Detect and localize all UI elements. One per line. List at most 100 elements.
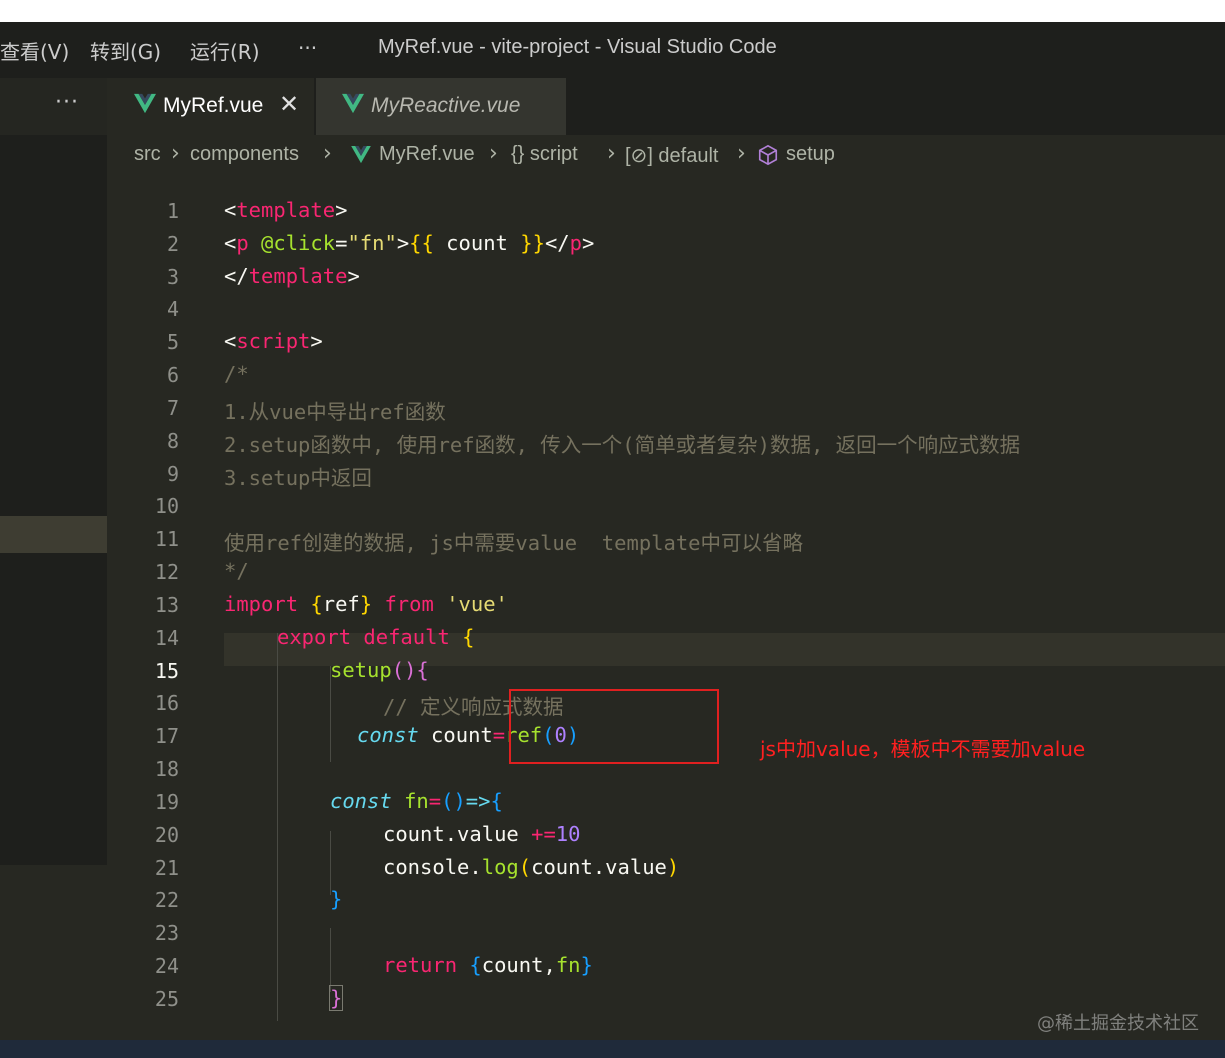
chevron-right-icon: › [489, 141, 498, 166]
title-bar: 查看(V) 转到(G) 运行(R) ··· MyRef.vue - vite-p… [0, 22, 1225, 78]
token: import [224, 592, 299, 616]
code-line: </template> [224, 264, 360, 288]
code-editor[interactable]: 1 2 3 4 5 6 7 8 9 10 11 12 13 14 15 16 1… [107, 177, 1225, 1044]
line-number: 6 [166, 363, 179, 387]
token: fn [404, 789, 429, 813]
token: ) [404, 658, 417, 682]
window-title: MyRef.vue - vite-project - Visual Studio… [378, 36, 777, 58]
token: => [465, 789, 491, 813]
line-number: 14 [154, 626, 179, 650]
menu-more[interactable]: ··· [298, 36, 317, 60]
token: ( [441, 789, 454, 813]
sidebar-header: ··· [0, 78, 107, 135]
token: < [224, 198, 237, 222]
code-comment: 使用ref创建的数据, js中需要value template中可以省略 [224, 531, 804, 555]
line-number: 19 [154, 790, 179, 814]
token: ) [453, 789, 466, 813]
menu-go[interactable]: 转到(G) [90, 36, 161, 65]
code-line: export default { [277, 625, 475, 649]
chevron-right-icon: › [171, 141, 180, 166]
token: p [569, 231, 582, 255]
token: "fn" [347, 231, 397, 255]
code-comment: 3.setup中返回 [224, 466, 372, 490]
tab-label: MyReactive.vue [371, 94, 521, 117]
line-number: 24 [154, 954, 179, 978]
tab-myreactive[interactable]: MyReactive.vue [316, 78, 566, 135]
breadcrumb-script[interactable]: {} script [511, 143, 578, 166]
breadcrumb-src[interactable]: src [134, 143, 161, 166]
code-line: const fn=()=>{ [330, 789, 503, 813]
line-number: 8 [166, 429, 179, 453]
line-number: 16 [154, 691, 179, 715]
token: > [581, 231, 595, 255]
menu-view[interactable]: 查看(V) [0, 36, 69, 65]
token: count [481, 953, 544, 977]
line-number: 21 [154, 856, 179, 880]
token: 'vue' [446, 592, 508, 616]
code-line: console.log(count.value) [383, 855, 679, 879]
code-line: <template> [224, 198, 347, 222]
code-comment: 1.从vue中导出ref函数 [224, 400, 446, 424]
line-number: 17 [154, 724, 179, 748]
token: { [416, 658, 429, 682]
more-actions-icon[interactable]: ··· [55, 90, 79, 115]
explorer-sidebar [0, 135, 107, 865]
token: > [347, 264, 360, 288]
tab-bar: ··· MyRef.vue ✕ MyReactive.vue [0, 78, 1225, 135]
close-icon[interactable]: ✕ [279, 90, 299, 118]
cube-method-icon [758, 144, 778, 166]
annotation-highlight-box [509, 689, 719, 764]
token: += [531, 822, 556, 846]
sidebar-selected-item[interactable] [0, 516, 107, 553]
code-line: } [330, 887, 343, 911]
breadcrumb-file[interactable]: MyRef.vue [379, 143, 475, 166]
token: </ [544, 231, 570, 255]
breadcrumb-setup[interactable]: setup [786, 143, 835, 166]
token: ( [391, 658, 405, 682]
menu-run[interactable]: 运行(R) [190, 36, 260, 65]
breadcrumb-components[interactable]: components [190, 143, 299, 166]
token: @click [261, 231, 336, 255]
token: , [543, 953, 556, 977]
vue-file-icon [351, 146, 371, 164]
token: { [490, 789, 503, 813]
token: ) [666, 855, 680, 879]
token: ( [518, 855, 532, 879]
token: const [357, 723, 419, 747]
token: count [433, 231, 521, 255]
vue-file-icon [134, 93, 156, 114]
token: count.value [531, 855, 667, 879]
token: 10 [555, 822, 581, 846]
token: > [396, 231, 410, 255]
indent-guide [330, 831, 331, 895]
token: p [236, 231, 249, 255]
token: log [481, 855, 519, 879]
line-number: 13 [154, 593, 179, 617]
indent-guide [330, 928, 331, 992]
code-line: import {ref} from 'vue' [224, 592, 508, 616]
token: < [224, 231, 237, 255]
line-number: 9 [166, 462, 179, 486]
token: return [383, 953, 458, 977]
token: </ [224, 264, 249, 288]
token: count [418, 723, 493, 747]
chevron-right-icon: › [607, 141, 616, 166]
tab-myref[interactable]: MyRef.vue ✕ [107, 78, 314, 135]
code-line: count.value +=10 [383, 822, 580, 846]
line-number: 20 [154, 823, 179, 847]
tab-label: MyRef.vue [163, 94, 264, 117]
token: template [236, 198, 336, 222]
token: template [248, 264, 348, 288]
chevron-right-icon: › [323, 141, 332, 166]
token: { [310, 592, 323, 616]
line-number: 23 [154, 921, 179, 945]
token: > [335, 198, 348, 222]
code-line: } [328, 985, 344, 1011]
code-line: setup(){ [330, 658, 429, 682]
breadcrumb-default[interactable]: [⊘] default [625, 143, 718, 168]
